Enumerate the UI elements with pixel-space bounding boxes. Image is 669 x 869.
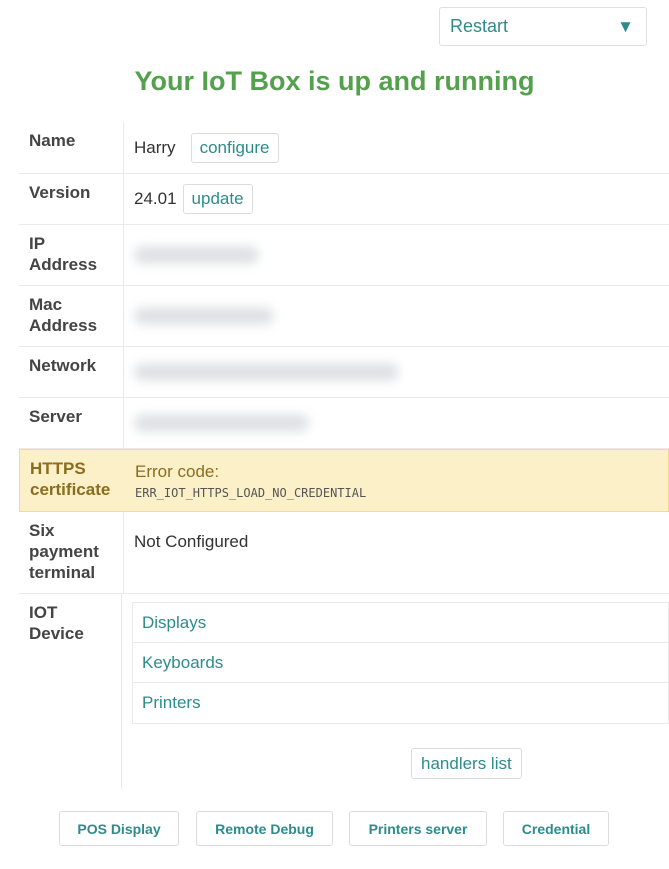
https-certificate-label-line1: HTTPS (30, 459, 86, 478)
row-network: Network (19, 347, 669, 398)
chevron-down-icon: ▼ (617, 16, 634, 36)
mac-address-label-line2: Address (29, 316, 98, 335)
pos-display-button[interactable]: POS Display (59, 811, 179, 846)
iot-device-label: IOT Device (19, 594, 122, 789)
iot-device-label-line1: IOT (29, 603, 58, 622)
six-payment-label-line3: terminal (29, 563, 96, 582)
row-ip-address: IP Address (19, 225, 669, 286)
update-button[interactable]: update (182, 184, 253, 214)
row-six-payment-terminal: Six payment terminal Not Configured (19, 512, 669, 594)
printers-server-button[interactable]: Printers server (349, 811, 487, 846)
page-title: Your IoT Box is up and running (134, 66, 535, 96)
mac-address-redacted (134, 307, 274, 325)
restart-select-value: Restart (450, 16, 509, 36)
row-name: Name Harry configure (19, 122, 669, 174)
row-server: Server (19, 398, 669, 449)
row-version: Version 24.01 update (19, 174, 669, 225)
remote-debug-button[interactable]: Remote Debug (196, 811, 333, 846)
device-item-printers[interactable]: Printers (133, 683, 668, 723)
network-redacted (134, 363, 399, 381)
six-payment-label-line1: Six (29, 521, 55, 540)
server-redacted (134, 414, 309, 432)
version-value: 24.01 (134, 189, 177, 208)
https-certificate-label: HTTPS certificate (20, 450, 125, 511)
handlers-list-button[interactable]: handlers list (411, 748, 522, 779)
row-mac-address: Mac Address (19, 286, 669, 347)
info-table: Name Harry configure Version 24.01 updat… (19, 122, 669, 789)
six-payment-label: Six payment terminal (19, 512, 124, 593)
row-iot-device: IOT Device Displays Keyboards Printers (19, 594, 669, 789)
version-label: Version (19, 174, 124, 224)
https-certificate-label-line2: certificate (30, 480, 111, 499)
credential-button[interactable]: Credential (503, 811, 609, 846)
six-payment-value: Not Configured (134, 532, 249, 551)
iot-device-label-line2: Device (29, 624, 84, 643)
row-https-certificate: HTTPS certificate Error code: ERR_IOT_HT… (19, 449, 669, 512)
mac-address-label-line1: Mac (29, 295, 63, 314)
mac-address-label: Mac Address (19, 286, 124, 346)
device-item-keyboards[interactable]: Keyboards (133, 643, 668, 683)
restart-select[interactable]: Restart ▼ (439, 7, 647, 46)
https-error-code: ERR_IOT_HTTPS_LOAD_NO_CREDENTIAL (135, 485, 367, 500)
device-item-displays[interactable]: Displays (133, 603, 668, 643)
ip-address-label-line1: IP (29, 234, 46, 253)
ip-address-label: IP Address (19, 225, 124, 285)
name-value: Harry (134, 137, 176, 157)
https-error-title: Error code: (135, 461, 220, 481)
six-payment-label-line2: payment (29, 542, 99, 561)
ip-address-label-line2: Address (29, 255, 98, 274)
name-label: Name (19, 122, 124, 173)
configure-button[interactable]: configure (190, 132, 279, 163)
network-label: Network (19, 347, 124, 397)
ip-address-redacted (134, 246, 259, 264)
iot-device-list: Displays Keyboards Printers (132, 602, 669, 724)
server-label: Server (19, 398, 124, 448)
